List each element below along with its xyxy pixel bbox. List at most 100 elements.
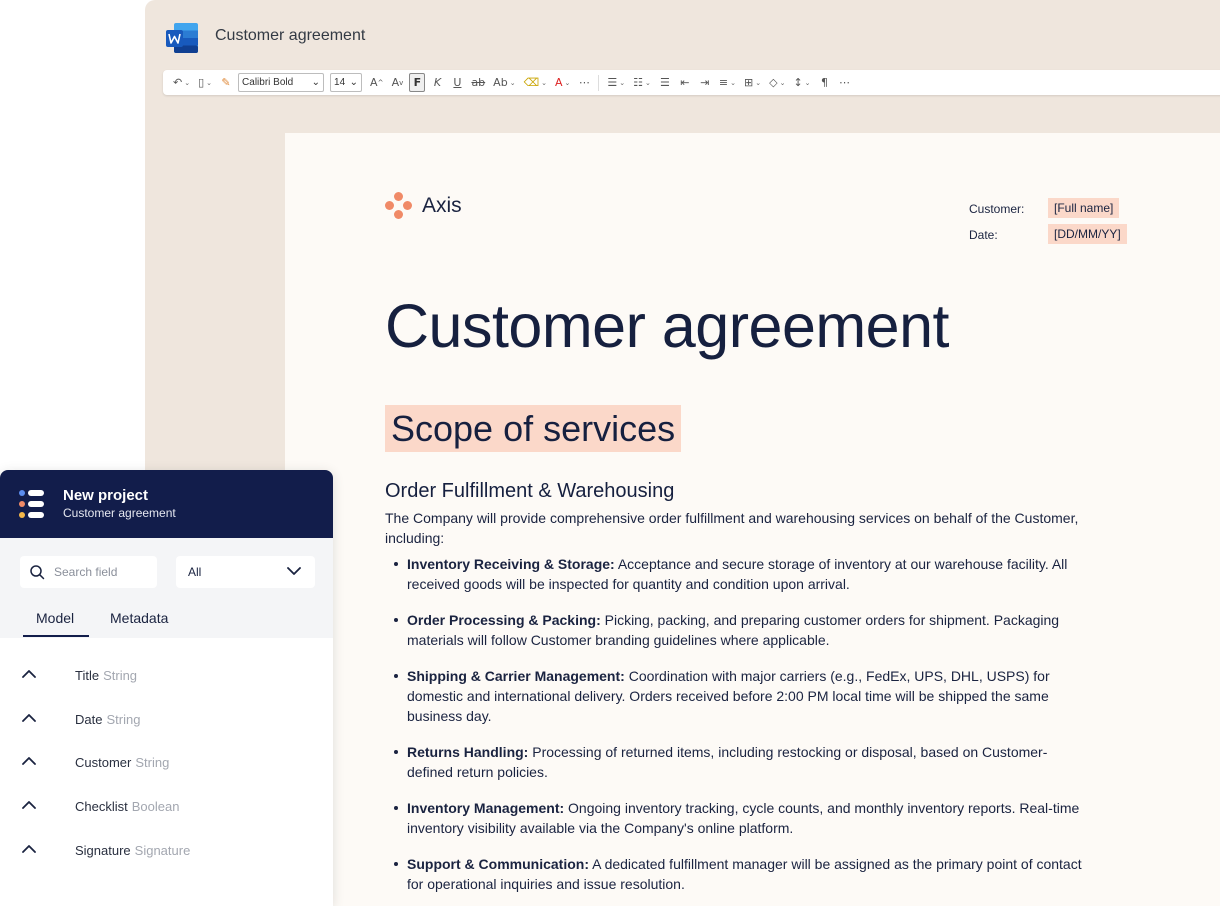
field-label: Signature [75, 843, 131, 858]
list-item-heading: Shipping & Carrier Management: [407, 668, 625, 684]
document-window-title: Customer agreement [215, 27, 366, 44]
subsection-heading: Order Fulfillment & Warehousing [385, 480, 675, 502]
field-row-checklist[interactable]: Checklist Boolean [0, 793, 333, 823]
search-placeholder: Search field [54, 565, 118, 579]
word-icon[interactable] [165, 22, 199, 54]
line-spacing-icon[interactable]: ↕ ⌄ [791, 73, 812, 92]
field-row-signature[interactable]: Signature Signature [0, 837, 333, 867]
panel-subtitle: Customer agreement [63, 506, 176, 520]
panel-header: New project Customer agreement [0, 470, 333, 538]
chevron-down-icon [287, 567, 301, 575]
highlight-icon[interactable]: ⌫ ⌄ [522, 73, 549, 92]
chevron-down-icon: ⌄ [349, 77, 359, 88]
grow-font-icon[interactable]: A ^ [368, 73, 385, 92]
search-input[interactable]: Search field [20, 556, 157, 588]
field-type: String [103, 668, 138, 683]
chevron-up-icon[interactable] [22, 756, 36, 766]
strikethrough-icon[interactable]: ab [469, 73, 487, 92]
list-item: Order Processing & Packing: Picking, pac… [391, 610, 1091, 650]
toolbar-divider [598, 74, 600, 91]
logo-text: Axis [422, 194, 462, 217]
field-type: Signature [134, 843, 191, 858]
date-field[interactable]: [DD/MM/YY] [1048, 224, 1127, 244]
chevron-up-icon[interactable] [22, 844, 36, 854]
font-size-value: 14 [334, 77, 346, 88]
paragraph-icon[interactable]: ¶ [817, 73, 833, 92]
paste-icon[interactable]: ▯ ⌄ [196, 73, 214, 92]
list-item-heading: Returns Handling: [407, 744, 529, 760]
list-item: Inventory Receiving & Storage: Acceptanc… [391, 554, 1091, 594]
format-painter-icon[interactable]: ✎ [218, 73, 234, 92]
field-label: Customer [75, 755, 132, 770]
field-name: Checklist Boolean [75, 799, 179, 814]
text-effects-icon[interactable]: Ab ⌄ [491, 73, 517, 92]
field-name: Title String [75, 668, 137, 683]
field-label: Date [75, 712, 103, 727]
project-panel: New project Customer agreement Search fi… [0, 470, 333, 906]
services-list: Inventory Receiving & Storage: Acceptanc… [391, 554, 1091, 906]
bold-button[interactable]: F [409, 73, 426, 92]
field-list: Title String Date String Customer String Ch… [0, 638, 333, 906]
document-page[interactable]: Axis Customer: [Full name] Date: [DD/MM/… [285, 133, 1220, 906]
undo-icon[interactable]: ↶ ⌄ [171, 73, 192, 92]
decrease-indent-icon[interactable]: ⇤ [677, 73, 693, 92]
formatting-toolbar: ↶ ⌄ ▯ ⌄ ✎ Calibri Bold ⌄ 14 ⌄ A ^ Av F K U ab… [163, 70, 1220, 95]
customer-field[interactable]: [Full name] [1048, 198, 1120, 218]
tab-model[interactable]: Model [36, 610, 74, 626]
font-size-select[interactable]: 14 ⌄ [330, 73, 363, 92]
field-name: Date String [75, 712, 140, 727]
numbering-icon[interactable]: ☷ ⌄ [631, 73, 653, 92]
field-name: Signature Signature [75, 843, 190, 858]
font-family-select[interactable]: Calibri Bold ⌄ [238, 73, 325, 92]
panel-tabs: Model Metadata [0, 600, 333, 638]
font-color-icon[interactable]: A ⌄ [553, 73, 572, 92]
list-item: Returns Handling: Processing of returned… [391, 742, 1091, 782]
field-row-customer[interactable]: Customer String [0, 749, 333, 779]
list-item: Support & Communication: A dedicated ful… [391, 854, 1091, 894]
align-icon[interactable]: ≡ ⌄ [717, 73, 738, 92]
borders-icon[interactable]: ⊞ ⌄ [742, 73, 763, 92]
list-item: Inventory Management: Ongoing inventory … [391, 798, 1091, 838]
increase-indent-icon[interactable]: ⇥ [697, 73, 713, 92]
field-row-date[interactable]: Date String [0, 706, 333, 736]
company-logo: Axis [385, 192, 462, 220]
more-icon[interactable]: ⋯ [837, 73, 853, 92]
intro-paragraph: The Company will provide comprehensive o… [385, 510, 1079, 546]
list-item: Shipping & Carrier Management: Coordinat… [391, 666, 1091, 726]
date-label: Date: [969, 228, 998, 242]
panel-title: New project [63, 487, 149, 504]
axis-logo-icon [385, 192, 413, 220]
field-name: Customer String [75, 755, 169, 770]
shading-icon[interactable]: ◇ ⌄ [767, 73, 787, 92]
tab-metadata[interactable]: Metadata [110, 610, 168, 626]
search-icon [30, 565, 45, 580]
more-icon[interactable]: ⋯ [576, 73, 592, 92]
field-type: Boolean [131, 799, 180, 814]
field-label: Checklist [75, 799, 128, 814]
field-label: Title [75, 668, 100, 683]
chevron-up-icon[interactable] [22, 713, 36, 723]
list-item-heading: Inventory Receiving & Storage: [407, 556, 615, 572]
font-family-value: Calibri Bold [242, 77, 294, 88]
customer-label: Customer: [969, 202, 1025, 216]
multilevel-list-icon[interactable]: ☰ [657, 73, 673, 92]
italic-icon[interactable]: K [429, 73, 445, 92]
section-heading: Scope of services [385, 405, 682, 452]
bullets-icon[interactable]: ☰ ⌄ [605, 73, 627, 92]
app-logo-icon [19, 490, 44, 518]
chevron-up-icon[interactable] [22, 669, 36, 679]
list-item-heading: Order Processing & Packing: [407, 612, 601, 628]
list-item-heading: Support & Communication: [407, 856, 589, 872]
field-row-title[interactable]: Title String [0, 662, 333, 692]
filter-value: All [188, 565, 202, 579]
underline-icon[interactable]: U [449, 73, 465, 92]
active-tab-indicator [23, 635, 89, 637]
shrink-font-icon[interactable]: Av [389, 73, 405, 92]
chevron-up-icon[interactable] [22, 800, 36, 810]
filter-select[interactable]: All [176, 556, 315, 588]
field-type: String [135, 755, 170, 770]
chevron-down-icon: ⌄ [311, 77, 321, 88]
document-title: Customer agreement [385, 292, 949, 360]
list-item-heading: Inventory Management: [407, 800, 565, 816]
field-type: String [106, 712, 141, 727]
